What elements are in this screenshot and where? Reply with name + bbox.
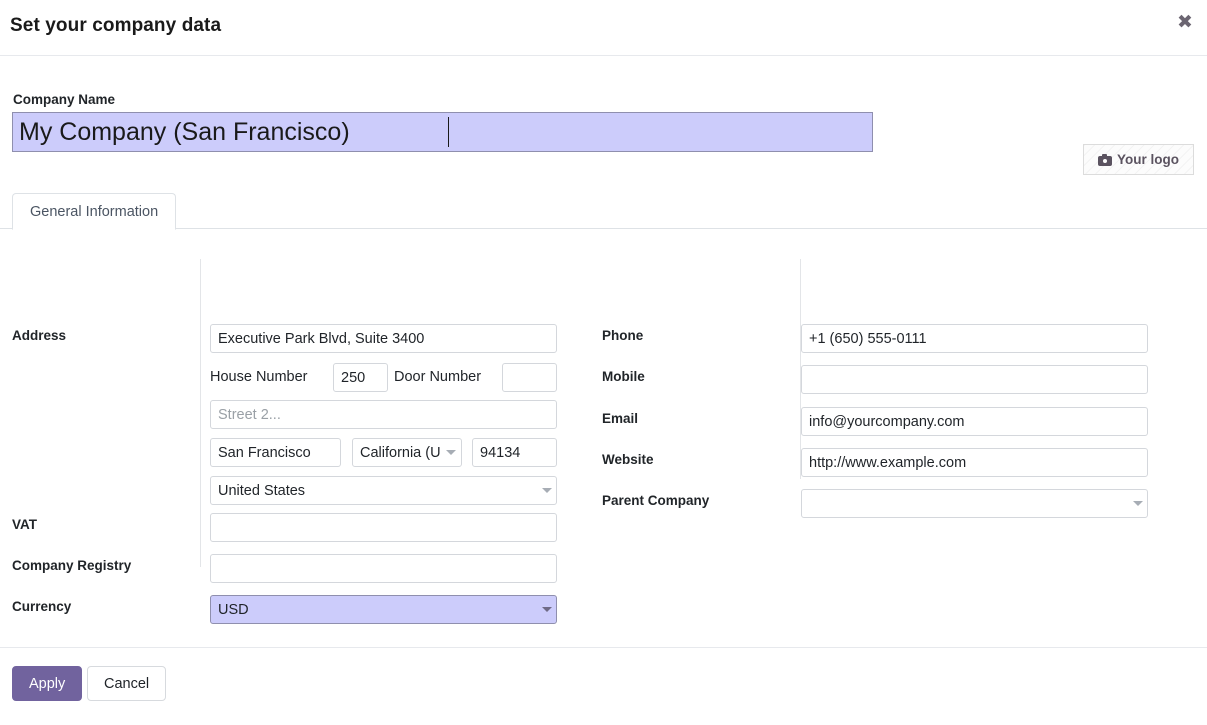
left-column-divider xyxy=(200,259,201,567)
dialog-body: Company Name Your logo General Informati… xyxy=(0,56,1207,647)
vat-label: VAT xyxy=(12,517,37,532)
phone-label: Phone xyxy=(602,328,643,343)
email-label: Email xyxy=(602,411,638,426)
address-label: Address xyxy=(12,328,66,343)
tab-label: General Information xyxy=(30,204,158,220)
camera-icon xyxy=(1098,154,1112,166)
door-number-label: Door Number xyxy=(394,369,481,385)
address-state-select[interactable] xyxy=(352,438,462,467)
website-input[interactable] xyxy=(801,448,1148,477)
parent-company-select[interactable] xyxy=(801,489,1148,518)
dialog-footer: Apply Cancel xyxy=(0,647,1207,725)
parent-company-label: Parent Company xyxy=(602,493,709,508)
mobile-label: Mobile xyxy=(602,369,645,384)
website-label: Website xyxy=(602,452,654,467)
address-zip-input[interactable] xyxy=(472,438,557,467)
form-area: Address House Number Door Number VAT Com… xyxy=(0,230,1207,647)
address-city-input[interactable] xyxy=(210,438,341,467)
vat-input[interactable] xyxy=(210,513,557,542)
close-icon[interactable]: ✖ xyxy=(1172,10,1198,36)
house-number-input[interactable] xyxy=(333,363,388,392)
your-logo-button[interactable]: Your logo xyxy=(1083,144,1194,175)
your-logo-label: Your logo xyxy=(1117,152,1179,167)
phone-input[interactable] xyxy=(801,324,1148,353)
mobile-input[interactable] xyxy=(801,365,1148,394)
currency-label: Currency xyxy=(12,599,71,614)
door-number-input[interactable] xyxy=(502,363,557,392)
company-name-input[interactable] xyxy=(12,112,873,152)
company-registry-label: Company Registry xyxy=(12,558,131,573)
house-number-label: House Number xyxy=(210,369,308,385)
dialog-header: Set your company data ✖ xyxy=(0,0,1207,56)
company-registry-input[interactable] xyxy=(210,554,557,583)
tab-general-information[interactable]: General Information xyxy=(12,193,176,230)
currency-select[interactable] xyxy=(210,595,557,624)
company-data-dialog: Set your company data ✖ Company Name You… xyxy=(0,0,1207,725)
address-street-input[interactable] xyxy=(210,324,557,353)
text-caret xyxy=(448,117,449,147)
tab-bar: General Information xyxy=(0,193,1207,229)
email-input[interactable] xyxy=(801,407,1148,436)
company-name-label: Company Name xyxy=(13,92,115,107)
apply-button[interactable]: Apply xyxy=(12,666,82,701)
cancel-button[interactable]: Cancel xyxy=(87,666,166,701)
address-street2-input[interactable] xyxy=(210,400,557,429)
address-country-select[interactable] xyxy=(210,476,557,505)
dialog-title: Set your company data xyxy=(10,15,221,37)
